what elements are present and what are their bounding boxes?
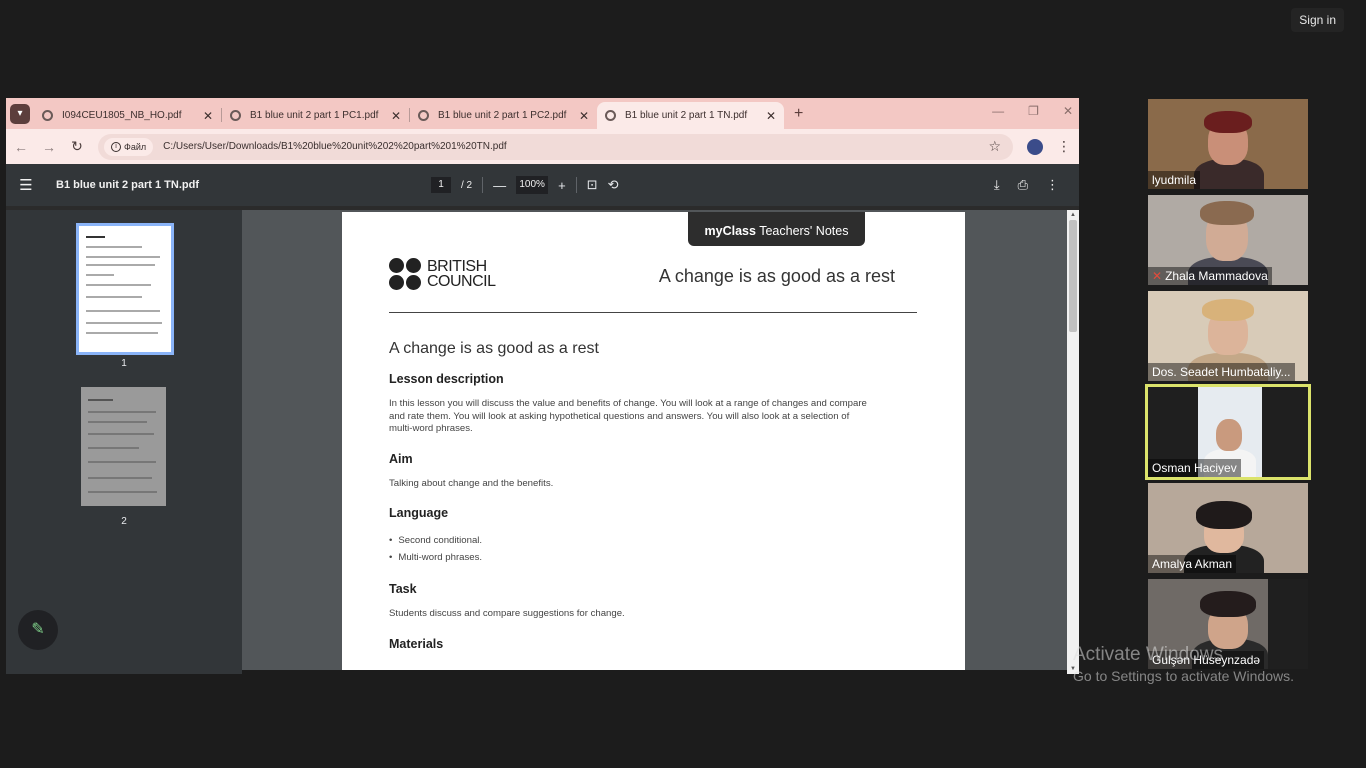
close-icon[interactable]: ✕ <box>391 109 401 123</box>
globe-icon <box>418 110 429 121</box>
header-rule <box>389 312 917 313</box>
language-list: Second conditional. Multi-word phrases. <box>389 532 869 566</box>
pdf-actions: ⤓ ⎙ ⋮ <box>994 164 1059 206</box>
tab-search-button[interactable]: ▾ <box>10 104 30 124</box>
section-text: Students discuss and compare suggestions… <box>389 608 625 619</box>
reload-icon[interactable]: ↻ <box>70 138 84 155</box>
page-controls: 1 / 2 — 100% + ⊡ ⟲ <box>431 164 619 206</box>
page-thumbnail-1[interactable] <box>76 223 174 355</box>
back-arrow-icon[interactable]: ← <box>14 139 28 155</box>
zoom-in-icon[interactable]: + <box>558 178 566 193</box>
pdf-toolbar: ☰ B1 blue unit 2 part 1 TN.pdf 1 / 2 — 1… <box>6 164 1079 206</box>
section-text: In this lesson you will discuss the valu… <box>389 398 867 434</box>
lesson-title: A change is as good as a rest <box>389 340 599 357</box>
section-heading: Language <box>389 506 449 520</box>
section-heading: Task <box>389 582 417 596</box>
myclass-badge: myClass Teachers' Notes <box>688 212 865 246</box>
windows-activation-watermark: Activate Windows Go to Settings to activ… <box>1073 644 1294 684</box>
page-number-input[interactable]: 1 <box>431 177 451 193</box>
pdf-viewer: 1 2 ✎ myClass Teachers' Notes BRITISH COU… <box>6 210 1079 674</box>
participant-tile[interactable]: lyudmila <box>1148 99 1308 189</box>
tab-4-active[interactable]: B1 blue unit 2 part 1 TN.pdf ✕ <box>597 102 784 129</box>
tab-strip: ▾ I094CEU1805_NB_HO.pdf ✕ B1 blue unit 2… <box>6 98 1079 129</box>
close-icon[interactable]: ✕ <box>766 109 776 123</box>
thumbnail-number: 1 <box>121 358 127 369</box>
sign-in-button[interactable]: Sign in <box>1291 8 1344 32</box>
participant-name: lyudmila <box>1148 171 1201 189</box>
info-icon: i <box>111 141 121 152</box>
section-heading: Materials <box>389 636 444 651</box>
print-icon[interactable]: ⎙ <box>1018 177 1028 193</box>
globe-icon <box>605 110 616 121</box>
rotate-icon[interactable]: ⟲ <box>608 177 619 193</box>
browser-toolbar: ← → ↻ i Файл C:/Users/User/Downloads/B1%… <box>6 129 1079 164</box>
tab-title: I094CEU1805_NB_HO.pdf <box>62 110 182 121</box>
tab-3[interactable]: B1 blue unit 2 part 1 PC2.pdf ✕ <box>410 102 597 129</box>
fit-page-icon[interactable]: ⊡ <box>587 177 598 193</box>
pdf-page: myClass Teachers' Notes BRITISH COUNCIL A… <box>342 212 965 670</box>
divider <box>575 177 577 193</box>
mic-off-icon: ✕ <box>1152 269 1163 283</box>
tab-1[interactable]: I094CEU1805_NB_HO.pdf ✕ <box>34 102 221 129</box>
globe-icon <box>230 110 241 121</box>
restore-icon[interactable]: ❐ <box>1028 104 1039 118</box>
site-info-chip[interactable]: i Файл <box>104 137 154 156</box>
forward-arrow-icon[interactable]: → <box>42 139 56 155</box>
tab-2[interactable]: B1 blue unit 2 part 1 PC1.pdf ✕ <box>222 102 409 129</box>
participant-name: Osman Haciyev <box>1148 459 1241 477</box>
list-item: Multi-word phrases. <box>389 549 869 566</box>
menu-icon[interactable]: ☰ <box>6 176 46 194</box>
page-header-title: A change is as good as a rest <box>658 266 895 286</box>
more-options-icon[interactable]: ⋮ <box>1046 177 1059 193</box>
close-window-icon[interactable]: ✕ <box>1063 104 1073 118</box>
profile-avatar[interactable] <box>1027 138 1043 155</box>
scrollbar[interactable]: ▲ ▼ <box>1067 210 1079 674</box>
zoom-out-icon[interactable]: — <box>493 178 506 193</box>
divider <box>482 177 484 193</box>
thumbnail-number: 2 <box>121 516 127 527</box>
tab-title: B1 blue unit 2 part 1 PC1.pdf <box>250 110 379 121</box>
zoom-input[interactable]: 100% <box>516 176 549 194</box>
minimize-icon[interactable]: — <box>992 104 1004 118</box>
page-thumbnail-2[interactable] <box>81 387 166 506</box>
meeting-screen: Sign in ▾ I094CEU1805_NB_HO.pdf ✕ B1 blu… <box>0 0 1366 768</box>
globe-icon <box>42 110 53 121</box>
british-council-logo: BRITISH COUNCIL <box>389 258 496 290</box>
section-heading: Lesson description <box>389 372 504 386</box>
new-tab-button[interactable]: + <box>794 105 803 123</box>
close-icon[interactable]: ✕ <box>579 109 589 123</box>
participant-tile[interactable]: ✕ Zhala Mammadova <box>1148 195 1308 285</box>
page-total: / 2 <box>461 179 473 191</box>
bookmark-star-icon[interactable]: ☆ <box>988 138 1001 155</box>
section-text: Talking about change and the benefits. <box>389 477 554 489</box>
window-controls: — ❐ ✕ <box>992 104 1073 118</box>
url-text: C:/Users/User/Downloads/B1%20blue%20unit… <box>163 141 507 152</box>
pdf-title: B1 blue unit 2 part 1 TN.pdf <box>56 179 200 191</box>
participant-tile[interactable]: Dos. Seadet Humbataliy... <box>1148 291 1308 381</box>
participant-tile-active-speaker[interactable]: Osman Haciyev <box>1145 384 1311 480</box>
section-heading: Aim <box>389 451 413 466</box>
participant-name: Dos. Seadet Humbataliy... <box>1148 363 1295 381</box>
tab-title: B1 blue unit 2 part 1 PC2.pdf <box>438 110 567 121</box>
page-content: A change is as good as a rest Lesson des… <box>389 340 869 663</box>
download-icon[interactable]: ⤓ <box>994 177 1000 193</box>
close-icon[interactable]: ✕ <box>203 109 213 123</box>
more-menu-icon[interactable]: ⋮ <box>1057 138 1071 155</box>
list-item: Second conditional. <box>389 532 869 549</box>
scroll-up-icon[interactable]: ▲ <box>1069 212 1077 218</box>
thumbnail-sidebar: 1 2 ✎ <box>6 210 242 674</box>
participant-name: Amalya Akman <box>1148 555 1237 573</box>
participant-name: ✕ Zhala Mammadova <box>1148 267 1272 285</box>
annotate-pen-button[interactable]: ✎ <box>18 610 58 650</box>
tab-title: B1 blue unit 2 part 1 TN.pdf <box>625 110 748 121</box>
participant-tile[interactable]: Amalya Akman <box>1148 483 1308 573</box>
scrollbar-thumb[interactable] <box>1069 220 1077 332</box>
file-label: Файл <box>124 141 147 152</box>
address-bar[interactable]: i Файл C:/Users/User/Downloads/B1%20blue… <box>98 133 1013 160</box>
